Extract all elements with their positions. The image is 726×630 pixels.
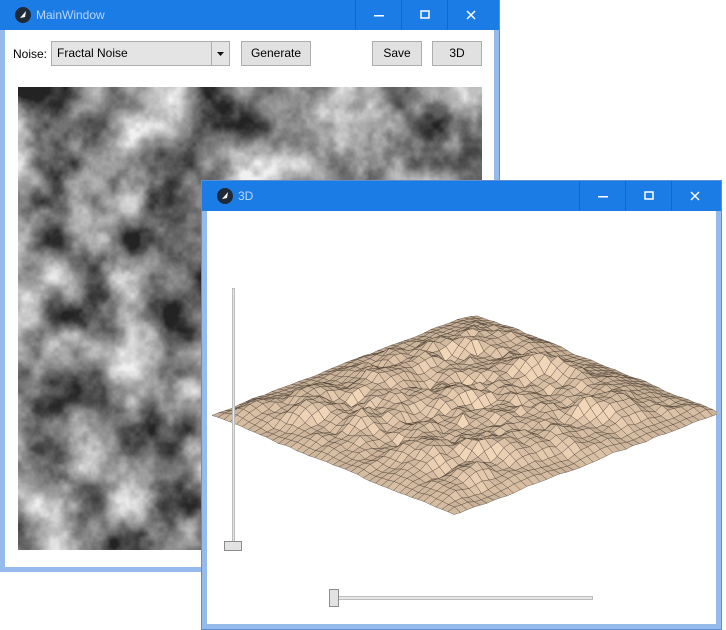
noise-select-dropdown[interactable]: [211, 42, 229, 65]
maximize-icon: [644, 191, 654, 200]
close-button[interactable]: [447, 0, 493, 30]
chevron-down-icon: [217, 52, 224, 56]
terrain-3d-view[interactable]: [207, 211, 717, 591]
horizontal-slider-thumb[interactable]: [329, 589, 339, 607]
vertical-slider-thumb[interactable]: [224, 541, 242, 551]
vertical-slider-track[interactable]: [232, 288, 235, 547]
window-3d-titlebar[interactable]: 3D: [202, 181, 721, 211]
minimize-icon: [374, 15, 384, 17]
main-window-titlebar[interactable]: MainWindow: [0, 0, 499, 30]
minimize-button[interactable]: [579, 181, 625, 211]
minimize-button[interactable]: [355, 0, 401, 30]
app-icon: [216, 187, 234, 205]
close-icon: [690, 191, 700, 201]
noise-select-value: Fractal Noise: [57, 46, 128, 60]
generate-button[interactable]: Generate: [241, 41, 311, 66]
noise-label: Noise:: [13, 47, 48, 61]
minimize-icon: [598, 196, 608, 198]
main-window-title: MainWindow: [36, 8, 105, 22]
maximize-button[interactable]: [401, 0, 447, 30]
close-icon: [466, 10, 476, 20]
save-button[interactable]: Save: [372, 41, 422, 66]
maximize-button[interactable]: [625, 181, 671, 211]
close-button[interactable]: [671, 181, 717, 211]
horizontal-slider-track[interactable]: [330, 596, 593, 600]
app-icon: [14, 6, 32, 24]
view-3d-button[interactable]: 3D: [432, 41, 482, 66]
noise-select[interactable]: Fractal Noise: [51, 41, 230, 66]
maximize-icon: [420, 10, 430, 19]
window-3d-title: 3D: [238, 189, 254, 203]
window-3d: 3D: [201, 180, 722, 630]
